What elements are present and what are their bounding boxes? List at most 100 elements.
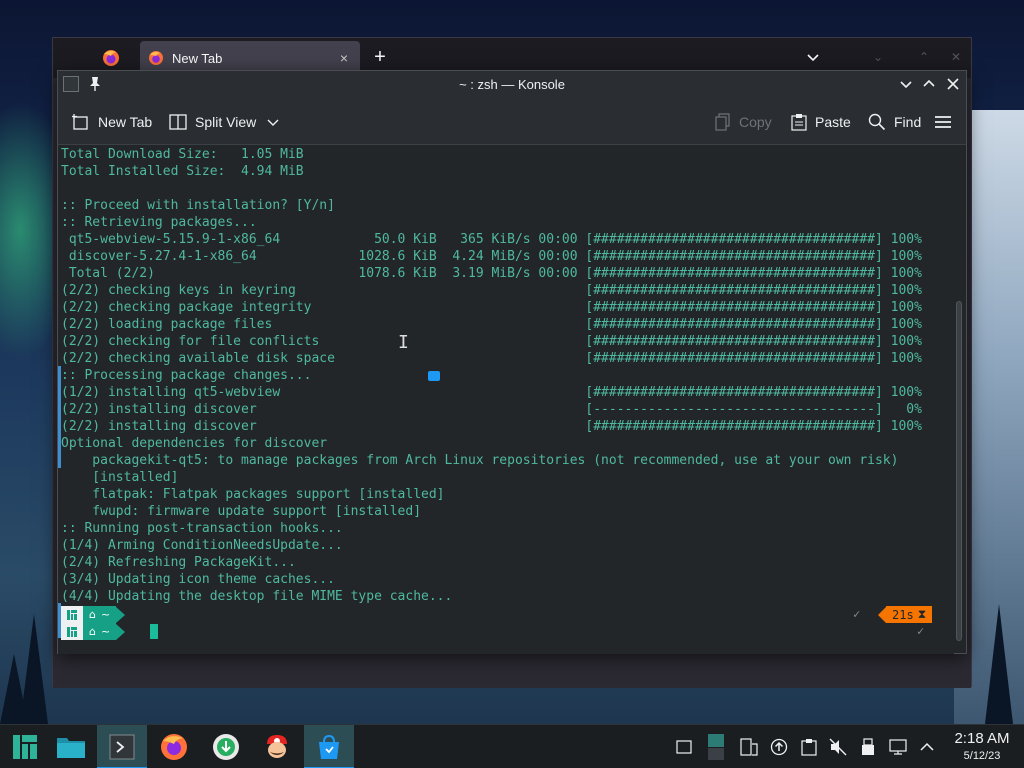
konsole-toolbar: New Tab Split View Copy Paste Find: [58, 99, 966, 145]
hourglass-icon: ⧗: [917, 607, 927, 621]
terminal-line: flatpak: Flatpak packages support [insta…: [61, 487, 445, 502]
terminal-line: (2/2) checking for file conflicts [#####…: [61, 334, 922, 349]
terminal-line: (2/4) Refreshing PackageKit...: [61, 555, 296, 570]
hamburger-menu-icon[interactable]: [934, 111, 952, 133]
terminal-icon: [109, 734, 135, 760]
taskbar-dolphin[interactable]: [46, 725, 96, 768]
pager-icon[interactable]: [707, 733, 725, 761]
new-tab-button[interactable]: New Tab: [72, 111, 152, 133]
copy-icon: [715, 113, 730, 131]
status-ok-icon: ✓: [917, 624, 925, 638]
terminal-line: :: Retrieving packages...: [61, 215, 257, 230]
taskbar-firefox[interactable]: [149, 725, 199, 768]
maximize-icon[interactable]: ⌃: [919, 50, 929, 64]
firefox-icon[interactable]: [101, 48, 121, 68]
terminal-line: (2/2) checking package integrity [######…: [61, 300, 922, 315]
taskbar-store[interactable]: [304, 725, 354, 768]
clipboard-icon[interactable]: [800, 738, 818, 756]
terminal-line: (3/4) Updating icon theme caches...: [61, 572, 335, 587]
distro-logo-icon: [61, 606, 83, 623]
chevron-down-icon[interactable]: [805, 49, 821, 65]
selection-indicator-icon: [428, 371, 440, 381]
search-icon: [868, 113, 886, 131]
download-icon: [213, 734, 239, 760]
split-view-button[interactable]: Split View: [169, 111, 288, 133]
terminal-cursor: [150, 624, 158, 639]
taskbar-discover[interactable]: [201, 725, 251, 768]
folder-icon: [57, 738, 85, 758]
distro-logo-icon: [61, 623, 83, 640]
home-icon: ⌂: [89, 608, 96, 621]
terminal-line: Total Installed Size: 4.94 MiB: [61, 164, 304, 179]
copy-label: Copy: [739, 114, 772, 130]
mario-icon: [267, 735, 287, 758]
scrollbar-thumb[interactable]: [956, 301, 962, 641]
terminal-line: fwupd: firmware update support [installe…: [61, 504, 422, 519]
new-tab-icon: [72, 114, 88, 130]
terminal-view[interactable]: Total Download Size: 1.05 MiB Total Insta…: [58, 146, 954, 654]
volume-muted-icon[interactable]: [829, 738, 847, 756]
close-icon[interactable]: ✕: [951, 50, 961, 64]
prompt-line-2: ⌂ ~: [61, 623, 139, 640]
prompt-path: ⌂ ~: [83, 623, 117, 640]
shopping-bag-icon: [319, 734, 339, 759]
find-label: Find: [894, 114, 922, 130]
close-tab-icon[interactable]: ×: [336, 50, 352, 66]
paste-label: Paste: [815, 114, 851, 130]
terminal-line: packagekit-qt5: to manage packages from …: [61, 453, 899, 468]
close-icon[interactable]: [944, 75, 962, 93]
terminal-line: discover-5.27.4-1-x86_64 1028.6 KiB 4.24…: [61, 249, 922, 264]
split-view-label: Split View: [195, 114, 257, 130]
prompt-line-1: ⌂ ~: [61, 606, 139, 623]
update-icon[interactable]: [770, 738, 788, 756]
paste-button[interactable]: Paste: [791, 111, 851, 133]
paste-icon: [791, 114, 807, 131]
prompt-path: ⌂ ~: [83, 606, 117, 623]
terminal-line: :: Running post-transaction hooks...: [61, 521, 343, 536]
terminal-line: (2/2) checking keys in keyring [########…: [61, 283, 922, 298]
window-title: ~ : zsh — Konsole: [459, 77, 565, 92]
minimize-icon[interactable]: [897, 75, 915, 93]
tab-label: New Tab: [172, 50, 223, 66]
show-desktop-icon[interactable]: [675, 738, 693, 756]
elapsed-time-badge: 21s ⧗: [878, 606, 933, 623]
terminal-line: Total (2/2) 1078.6 KiB 3.19 MiB/s 00:00 …: [61, 266, 922, 281]
maximize-icon[interactable]: [920, 75, 938, 93]
chevron-up-icon[interactable]: [918, 738, 936, 756]
konsole-titlebar: ~ : zsh — Konsole: [58, 71, 966, 99]
terminal-line: :: Processing package changes...: [61, 368, 312, 383]
scrollbar[interactable]: [956, 151, 962, 649]
new-tab-label: New Tab: [98, 114, 153, 130]
taskbar-game[interactable]: [252, 725, 302, 768]
terminal-line: [installed]: [61, 470, 179, 485]
new-tab-button[interactable]: +: [369, 47, 391, 67]
terminal-line: (2/2) checking available disk space [###…: [61, 351, 922, 366]
find-button[interactable]: Find: [868, 111, 921, 133]
terminal-line: (2/2) installing discover [-------------…: [61, 402, 922, 417]
network-icon[interactable]: [889, 738, 907, 756]
clock[interactable]: 2:18 AM 5/12/23: [944, 729, 1020, 763]
split-view-icon: [169, 114, 187, 130]
prompt-arrow: [116, 623, 126, 640]
prompt-arrow: [116, 606, 126, 623]
text-cursor-icon: I: [398, 332, 409, 353]
terminal-line: qt5-webview-5.15.9-1-x86_64 50.0 KiB 365…: [61, 232, 922, 247]
elapsed-time: 21s: [892, 607, 914, 622]
application-launcher[interactable]: [0, 725, 50, 768]
home-icon: ⌂: [89, 625, 96, 638]
clock-date: 5/12/23: [963, 750, 1001, 762]
task-manager-icon[interactable]: [740, 738, 758, 756]
terminal-line: Optional dependencies for discover: [61, 436, 328, 451]
minimize-icon[interactable]: ⌄: [873, 50, 883, 64]
clock-time: 2:18 AM: [954, 730, 1010, 747]
terminal-line: (2/2) loading package files [###########…: [61, 317, 922, 332]
taskbar-konsole[interactable]: [97, 725, 147, 768]
chevron-down-icon: [267, 119, 279, 126]
manjaro-logo-icon: [13, 735, 37, 759]
wallpaper-tree: [20, 614, 48, 724]
firefox-icon: [149, 51, 163, 65]
usb-device-icon[interactable]: [859, 738, 877, 756]
wallpaper-tree: [985, 604, 1013, 724]
copy-button[interactable]: Copy: [715, 111, 772, 133]
